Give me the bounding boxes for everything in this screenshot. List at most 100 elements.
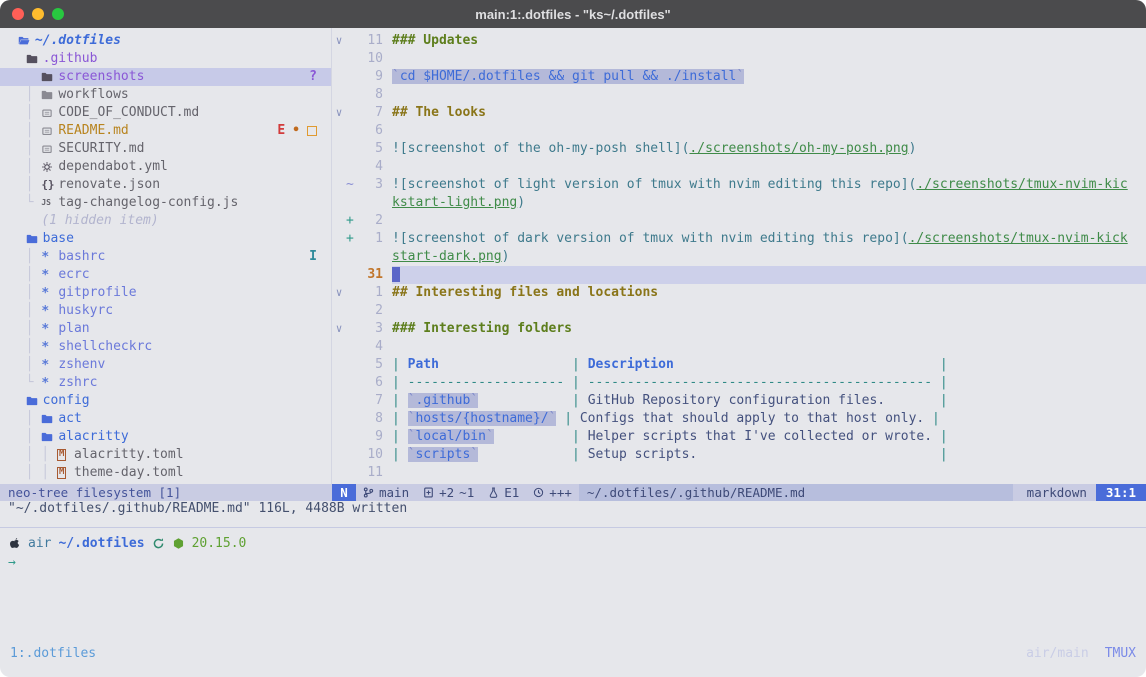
line-text: ## The looks	[392, 104, 1146, 122]
line-text: | -------------------- | ---------------…	[392, 374, 1146, 392]
tree-item[interactable]: screenshots?	[0, 68, 331, 86]
gitsign-column	[346, 338, 357, 356]
fold-chevron-icon[interactable]: ∨	[332, 284, 346, 302]
tree-item[interactable]: │ README.mdE•	[0, 122, 331, 140]
tree-item[interactable]: ~/.dotfiles	[0, 32, 331, 50]
fold-column	[332, 50, 346, 68]
text-segment: ## Interesting files and locations	[392, 285, 658, 300]
tree-item[interactable]: │ *ecrc	[0, 266, 331, 284]
tree-item[interactable]: │ dependabot.yml	[0, 158, 331, 176]
editor-line[interactable]: +2	[332, 212, 1146, 230]
line-number: 8	[357, 410, 383, 428]
close-button[interactable]	[12, 8, 24, 20]
editor-line[interactable]: 11	[332, 464, 1146, 482]
editor-line[interactable]: 4	[332, 338, 1146, 356]
badge: ?	[309, 68, 317, 86]
editor-line[interactable]: 9`cd $HOME/.dotfiles && git pull && ./in…	[332, 68, 1146, 86]
editor-line[interactable]: ∨1## Interesting files and locations	[332, 284, 1146, 302]
text-segment: |	[392, 429, 408, 444]
editor-line[interactable]: 8| `hosts/{hostname}/` | Configs that sh…	[332, 410, 1146, 428]
tree-item[interactable]: │ *gitprofile	[0, 284, 331, 302]
line-text	[392, 212, 1146, 230]
tree-item-label: zshenv	[58, 356, 105, 374]
gitsign-column	[346, 320, 357, 338]
editor-line[interactable]: ∨11### Updates	[332, 32, 1146, 50]
js-icon: JS	[41, 194, 58, 212]
fold-chevron-icon[interactable]: ∨	[332, 320, 346, 338]
line-text	[392, 158, 1146, 176]
text-segment: |	[392, 357, 408, 372]
text-segment: |	[556, 411, 579, 426]
editor-line[interactable]: 5| Path | Description |	[332, 356, 1146, 374]
editor-line[interactable]: kstart-light.png)	[332, 194, 1146, 212]
text-segment: --------------------	[408, 375, 565, 390]
gitsign-column	[346, 446, 357, 464]
editor-line[interactable]: 31	[332, 266, 1146, 284]
tree-guide: │	[10, 356, 41, 374]
text-segment: |	[932, 357, 948, 372]
tree-item[interactable]: │ │ Malacritty.toml	[0, 446, 331, 464]
editor-statusline: N main +2 ~1 E1 +++ ~/.dot	[332, 484, 1146, 501]
fold-column	[332, 446, 346, 464]
tree-item[interactable]: └ JStag-changelog-config.js	[0, 194, 331, 212]
filetype-label: markdown	[1027, 484, 1087, 501]
toml-icon: M	[57, 449, 74, 461]
diff-segment: +2 ~1	[416, 484, 481, 501]
editor-line[interactable]: start-dark.png)	[332, 248, 1146, 266]
gitsign-column	[346, 356, 357, 374]
fold-chevron-icon[interactable]: ∨	[332, 32, 346, 50]
tree-item[interactable]: │ │ Mtheme-day.toml	[0, 464, 331, 482]
editor-line[interactable]: +1![screenshot of dark version of tmux w…	[332, 230, 1146, 248]
text-segment	[697, 447, 932, 462]
tree-item[interactable]: │ *huskyrc	[0, 302, 331, 320]
tree-item[interactable]: (1 hidden item)	[0, 212, 331, 230]
editor-line[interactable]: 2	[332, 302, 1146, 320]
fold-chevron-icon[interactable]: ∨	[332, 104, 346, 122]
editor-line[interactable]: 5![screenshot of the oh-my-posh shell](.…	[332, 140, 1146, 158]
tree-item[interactable]: │ *shellcheckrc	[0, 338, 331, 356]
tree-item[interactable]: │ *bashrcI	[0, 248, 331, 266]
title-bar[interactable]: main:1:.dotfiles - "ks~/.dotfiles"	[0, 0, 1146, 28]
tree-item[interactable]: │ SECURITY.md	[0, 140, 331, 158]
tree-item[interactable]: │ CODE_OF_CONDUCT.md	[0, 104, 331, 122]
editor-line[interactable]: 10	[332, 50, 1146, 68]
editor-line[interactable]: ~3![screenshot of light version of tmux …	[332, 176, 1146, 194]
text-segment: scripts	[415, 447, 470, 462]
editor-line[interactable]: 4	[332, 158, 1146, 176]
editor-line[interactable]: 6| -------------------- | --------------…	[332, 374, 1146, 392]
line-number	[357, 194, 383, 212]
tree-item[interactable]: └ *zshrc	[0, 374, 331, 392]
gitsign-column	[346, 32, 357, 50]
editor-line[interactable]: 10| `scripts` | Setup scripts. |	[332, 446, 1146, 464]
tree-item[interactable]: │ act	[0, 410, 331, 428]
zoom-button[interactable]	[52, 8, 64, 20]
text-segment: ./screenshots/tmux-nvim-kic	[916, 177, 1127, 192]
gitsign-column	[346, 428, 357, 446]
tmux-pane-divider[interactable]	[0, 527, 1146, 528]
tree-item[interactable]: │ *zshenv	[0, 356, 331, 374]
text-segment: )	[502, 249, 510, 264]
tree-item[interactable]: │ workflows	[0, 86, 331, 104]
text-segment: )	[517, 195, 525, 210]
editor-pane[interactable]: ∨11### Updates109`cd $HOME/.dotfiles && …	[332, 28, 1146, 484]
tree-item[interactable]: .github	[0, 50, 331, 68]
text-segment: ![screenshot of light version of tmux wi…	[392, 177, 916, 192]
tree-item[interactable]: │ alacritty	[0, 428, 331, 446]
line-number: 11	[357, 32, 383, 50]
tree-guide: │	[10, 248, 41, 266]
editor-line[interactable]: ∨3### Interesting folders	[332, 320, 1146, 338]
tmux-window-tab[interactable]: 1:.dotfiles	[10, 644, 96, 664]
editor-line[interactable]: 8	[332, 86, 1146, 104]
tree-item[interactable]: │ *plan	[0, 320, 331, 338]
editor-line[interactable]: ∨7## The looks	[332, 104, 1146, 122]
line-text: | Path | Description |	[392, 356, 1146, 374]
tree-item[interactable]: config	[0, 392, 331, 410]
minimize-button[interactable]	[32, 8, 44, 20]
neotree-sidebar[interactable]: ~/.dotfiles .github screenshots? │ workf…	[0, 28, 332, 484]
tree-item[interactable]: base	[0, 230, 331, 248]
editor-line[interactable]: 7| `.github` | GitHub Repository configu…	[332, 392, 1146, 410]
flask-icon	[488, 487, 499, 498]
editor-line[interactable]: 9| `local/bin` | Helper scripts that I'v…	[332, 428, 1146, 446]
tree-item[interactable]: │ {}renovate.json	[0, 176, 331, 194]
editor-line[interactable]: 6	[332, 122, 1146, 140]
